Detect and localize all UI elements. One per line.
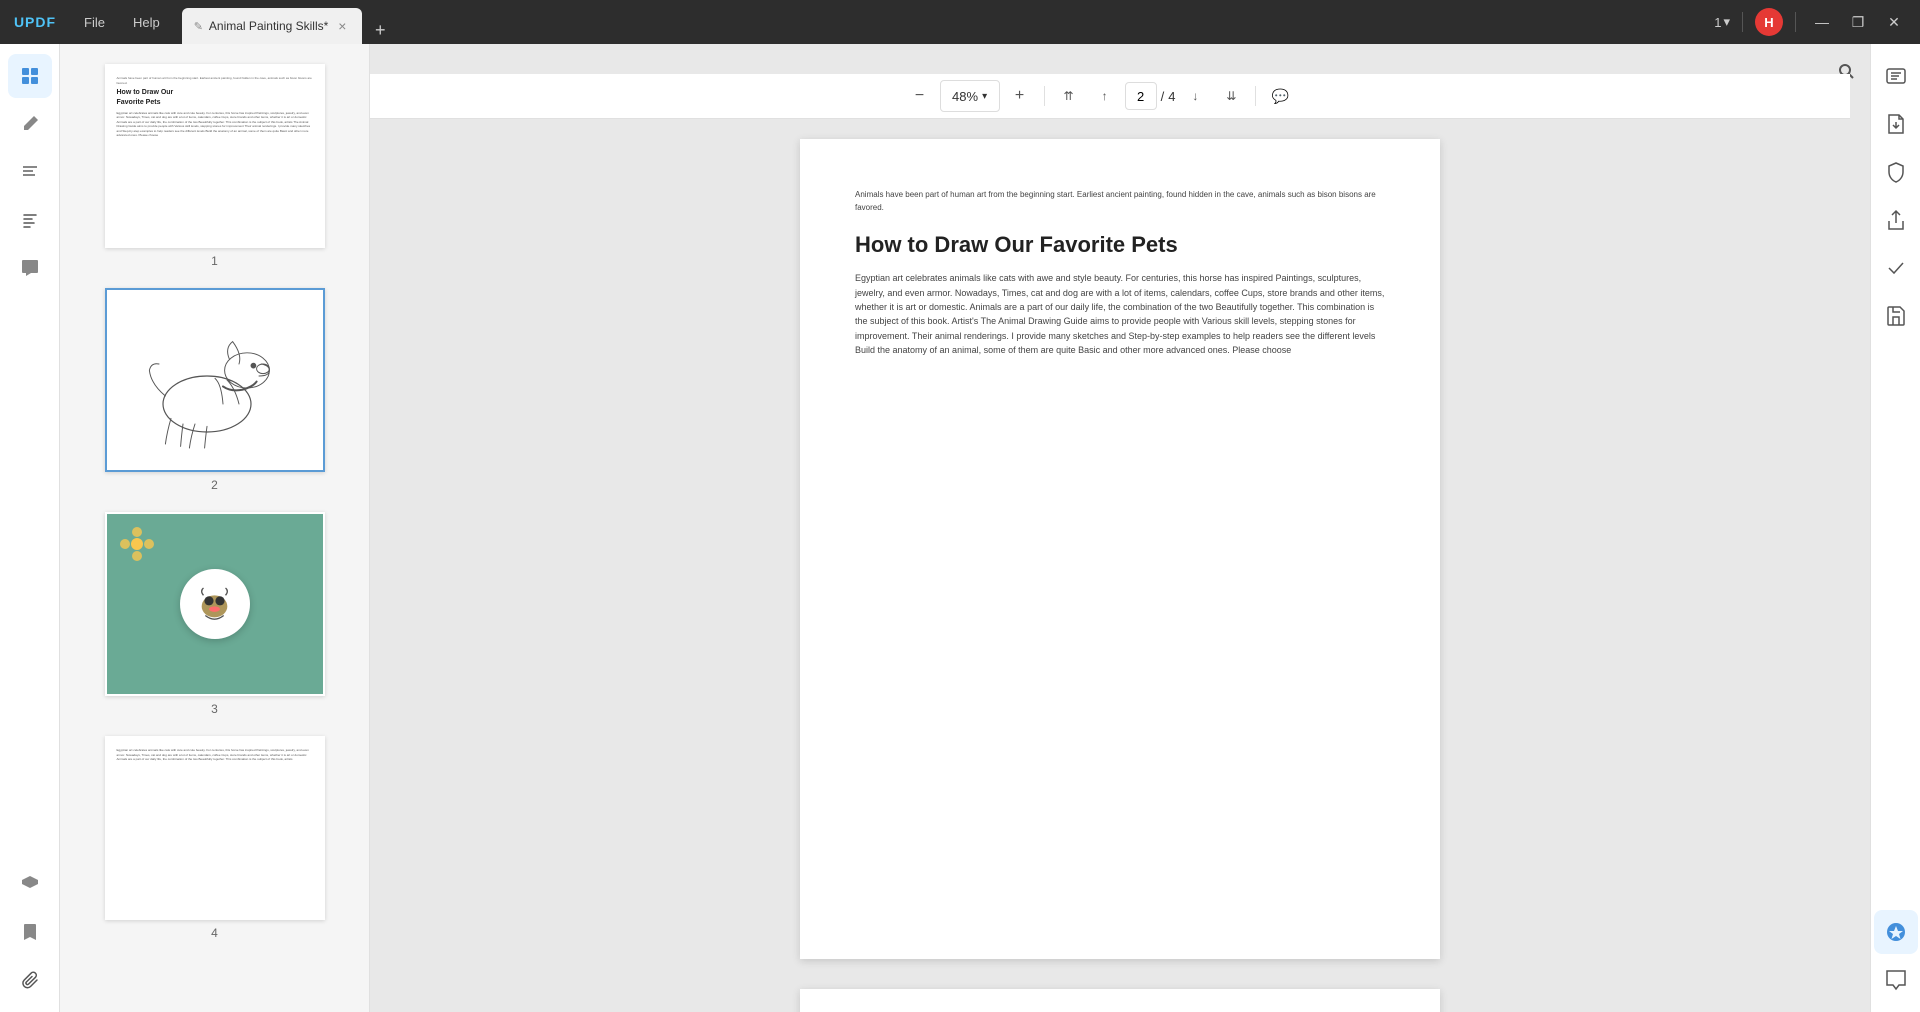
user-avatar[interactable]: H <box>1755 8 1783 36</box>
thumbnail-page-4[interactable]: Egyptian art celebrates animals like cat… <box>105 736 325 940</box>
main-layout: Animals have been part of human art from… <box>0 44 1920 1012</box>
thumb-num-4: 4 <box>211 926 218 940</box>
tab-close-btn[interactable]: × <box>334 18 350 34</box>
thumb-num-3: 3 <box>211 702 218 716</box>
thumb-wrapper-3[interactable] <box>105 512 325 696</box>
page-number-input[interactable] <box>1125 82 1157 110</box>
doc-page-1: Animals have been part of human art from… <box>800 139 1440 959</box>
thumbnail-page-1[interactable]: Animals have been part of human art from… <box>105 64 325 268</box>
right-comment-btn[interactable] <box>1874 958 1918 1002</box>
page1-intro: Animals have been part of human art from… <box>855 189 1385 215</box>
sidebar-edit-btn[interactable] <box>8 102 52 146</box>
sidebar-comments-btn[interactable] <box>8 246 52 290</box>
sidebar-thumbnail-btn[interactable] <box>8 54 52 98</box>
right-check-btn[interactable] <box>1874 246 1918 290</box>
thumb-num-1: 1 <box>211 254 218 268</box>
right-save-btn[interactable] <box>1874 294 1918 338</box>
sidebar-text-btn[interactable] <box>8 150 52 194</box>
sidebar-outline-btn[interactable] <box>8 198 52 242</box>
topbar: UPDF File Help ✎ Animal Painting Skills*… <box>0 0 1920 44</box>
left-sidebar <box>0 44 60 1012</box>
divider2 <box>1795 12 1796 32</box>
doc-toolbar: − 48% ▾ + ⇈ ↑ / 4 ↓ ⇊ 💬 <box>370 74 1850 119</box>
right-share-btn[interactable] <box>1874 198 1918 242</box>
right-sidebar <box>1870 44 1920 1012</box>
right-security-btn[interactable] <box>1874 150 1918 194</box>
thumb-medallion <box>180 569 250 639</box>
thumb-wrapper-4[interactable]: Egyptian art celebrates animals like cat… <box>105 736 325 920</box>
comment-btn[interactable]: 💬 <box>1264 80 1296 112</box>
thumb-medallion-bg <box>107 514 323 694</box>
last-page-btn[interactable]: ⇊ <box>1215 80 1247 112</box>
zoom-in-btn[interactable]: + <box>1004 80 1036 112</box>
zoom-out-btn[interactable]: − <box>904 80 936 112</box>
thumb-content-1: Animals have been part of human art from… <box>107 66 323 246</box>
sidebar-paperclip-btn[interactable] <box>8 958 52 1002</box>
thumb-title-1: How to Draw OurFavorite Pets <box>117 88 313 108</box>
right-ai-btn[interactable] <box>1874 910 1918 954</box>
minimize-btn[interactable]: — <box>1808 8 1836 36</box>
thumb-intro-1: Animals have been part of human art from… <box>117 76 313 85</box>
menu-help[interactable]: Help <box>119 0 174 44</box>
new-tab-btn[interactable]: + <box>366 16 394 44</box>
divider <box>1742 12 1743 32</box>
first-page-btn[interactable]: ⇈ <box>1053 80 1085 112</box>
thumb-content-2 <box>107 290 323 470</box>
maximize-btn[interactable]: ❐ <box>1844 8 1872 36</box>
right-ocr-btn[interactable] <box>1874 54 1918 98</box>
page-input-area: / 4 <box>1125 82 1176 110</box>
close-btn[interactable]: ✕ <box>1880 8 1908 36</box>
thumb-wrapper-2[interactable] <box>105 288 325 472</box>
doc-page-2 <box>800 989 1440 1012</box>
page-selector[interactable]: 1 ▾ <box>1714 14 1730 30</box>
sidebar-bookmark-btn[interactable] <box>8 910 52 954</box>
sidebar-layers-btn[interactable] <box>8 862 52 906</box>
thumb-wrapper-1[interactable]: Animals have been part of human art from… <box>105 64 325 248</box>
thumb-num-2: 2 <box>211 478 218 492</box>
thumbnail-page-2[interactable]: 2 <box>105 288 325 492</box>
thumb-body-1: Egyptian art celebrates animals like cat… <box>117 111 313 138</box>
page-separator: / <box>1161 89 1165 104</box>
toolbar-div2 <box>1255 86 1256 106</box>
thumb-dog-svg <box>135 300 295 460</box>
prev-page-btn[interactable]: ↑ <box>1089 80 1121 112</box>
right-extract-btn[interactable] <box>1874 102 1918 146</box>
tab-area: ✎ Animal Painting Skills* × + <box>182 0 395 44</box>
topbar-right: 1 ▾ H — ❐ ✕ <box>1714 8 1920 36</box>
zoom-display[interactable]: 48% ▾ <box>940 80 1000 112</box>
thumb-content-3 <box>107 514 323 694</box>
thumbnail-page-3[interactable]: 3 <box>105 512 325 716</box>
thumb-content-4: Egyptian art celebrates animals like cat… <box>107 738 323 918</box>
page1-body: Egyptian art celebrates animals like cat… <box>855 271 1385 357</box>
toolbar-div1 <box>1044 86 1045 106</box>
logo-area: UPDF <box>0 0 70 44</box>
logo: UPDF <box>14 14 56 30</box>
page1-heading: How to Draw Our Favorite Pets <box>855 231 1385 260</box>
tab-title: Animal Painting Skills* <box>209 19 328 33</box>
menu-file[interactable]: File <box>70 0 119 44</box>
tab-edit-icon: ✎ <box>194 20 203 33</box>
doc-area: − 48% ▾ + ⇈ ↑ / 4 ↓ ⇊ 💬 Animals have bee… <box>370 44 1870 1012</box>
tab-animal-painting[interactable]: ✎ Animal Painting Skills* × <box>182 8 363 44</box>
total-pages: 4 <box>1168 89 1175 104</box>
thumb-body-4: Egyptian art celebrates animals like cat… <box>117 748 313 762</box>
thumbnail-panel: Animals have been part of human art from… <box>60 44 370 1012</box>
next-page-btn[interactable]: ↓ <box>1179 80 1211 112</box>
thumb-flower-1 <box>117 524 157 564</box>
